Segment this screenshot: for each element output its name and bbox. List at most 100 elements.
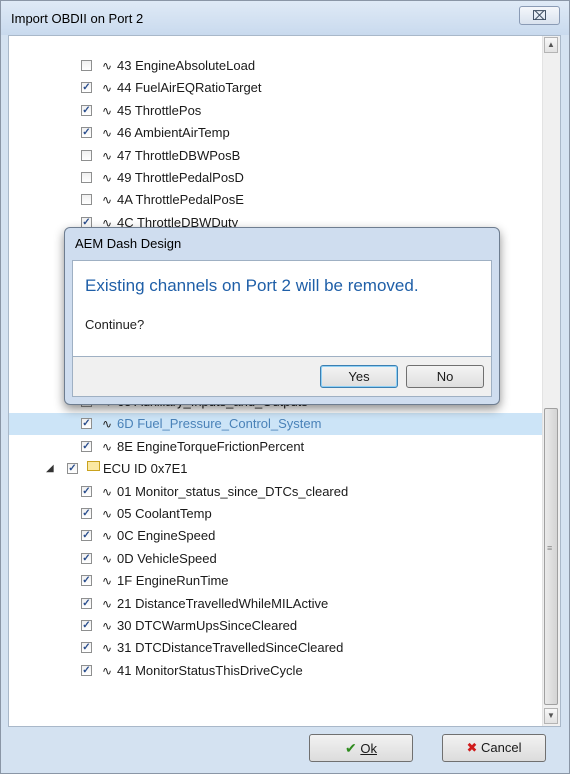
tree-channel-row[interactable]: ∿ 49 ThrottlePedalPosD: [9, 167, 543, 189]
scroll-grip-icon: ≡: [547, 543, 553, 553]
channel-label: 0D VehicleSpeed: [117, 550, 217, 566]
channel-checkbox[interactable]: [81, 149, 92, 161]
signal-icon: ∿: [102, 641, 113, 656]
cancel-button[interactable]: ✖ Cancel: [442, 734, 546, 762]
channel-checkbox[interactable]: ✓: [81, 620, 92, 631]
scroll-down-icon: ▼: [547, 711, 555, 720]
scroll-up-button[interactable]: ▲: [544, 37, 558, 53]
tree-group-row[interactable]: ◢ ✓ ECU ID 0x7E1: [9, 458, 543, 480]
scroll-thumb[interactable]: ≡: [544, 408, 558, 705]
channel-label: 1F EngineRunTime: [117, 573, 229, 589]
signal-icon: ∿: [102, 59, 113, 73]
yes-button[interactable]: Yes: [320, 365, 398, 388]
channel-label: 01 Monitor_status_since_DTCs_cleared: [117, 483, 349, 499]
channel-checkbox[interactable]: ✓: [81, 82, 92, 94]
signal-icon: ∿: [102, 529, 113, 544]
channel-checkbox[interactable]: ✓: [81, 597, 92, 609]
signal-icon: ∿: [102, 596, 113, 611]
expand-collapse-icon[interactable]: ◢: [46, 458, 54, 480]
tree-channel-row[interactable]: ✓ ∿ 45 ThrottlePos: [9, 100, 543, 122]
tree-channel-row[interactable]: ✓ ∿ 21 DistanceTravelledWhileMILActive: [9, 593, 543, 615]
tree-channel-row[interactable]: ✓ ∿ 46 AmbientAirTemp: [9, 122, 543, 144]
signal-icon: ∿: [102, 417, 113, 432]
signal-icon: ∿: [102, 507, 113, 521]
signal-icon: ∿: [102, 619, 113, 633]
channel-label: 30 DTCWarmUpsSinceCleared: [117, 618, 298, 633]
channel-label: 45 ThrottlePos: [117, 102, 202, 118]
window-title: Import OBDII on Port 2: [11, 11, 144, 26]
ok-label: Ok: [360, 741, 377, 756]
dialog-body: Existing channels on Port 2 will be remo…: [72, 260, 492, 357]
tree-channel-row[interactable]: ✓ ∿ 05 CoolantTemp: [9, 503, 543, 525]
close-icon: ⌧: [532, 8, 547, 23]
signal-icon: ∿: [102, 663, 113, 678]
tree-channel-row[interactable]: ✓ ∿ 8E EngineTorqueFrictionPercent: [9, 436, 543, 458]
signal-icon: ∿: [102, 484, 113, 499]
channel-checkbox[interactable]: ✓: [81, 104, 92, 116]
tree-channel-row[interactable]: ✓ ∿ 6D Fuel_Pressure_Control_System: [9, 413, 543, 436]
check-icon: ✔: [345, 740, 357, 756]
close-button[interactable]: ⌧: [519, 6, 560, 25]
scroll-down-button[interactable]: ▼: [544, 708, 558, 724]
confirm-dialog: AEM Dash Design Existing channels on Por…: [64, 227, 500, 405]
tree-channel-row[interactable]: ✓ ∿ 41 MonitorStatusThisDriveCycle: [9, 660, 543, 682]
channel-label: 05 CoolantTemp: [117, 506, 212, 521]
tree-channel-row[interactable]: ∿ 43 EngineAbsoluteLoad: [9, 55, 543, 77]
tree-channel-row[interactable]: ∿ 4A ThrottlePedalPosE: [9, 189, 543, 211]
signal-icon: ∿: [102, 103, 113, 118]
tree-channel-row[interactable]: ✓ ∿ 31 DTCDistanceTravelledSinceCleared: [9, 637, 543, 659]
channel-checkbox[interactable]: ✓: [81, 642, 92, 654]
channel-label: 0C EngineSpeed: [117, 528, 216, 544]
channel-checkbox[interactable]: ✓: [81, 664, 92, 676]
cancel-x-icon: ✖: [466, 740, 478, 755]
channel-checkbox[interactable]: ✓: [81, 485, 92, 497]
no-button[interactable]: No: [406, 365, 484, 388]
ecu-folder-icon: [87, 461, 100, 472]
signal-icon: ∿: [102, 551, 113, 566]
channel-label: 49 ThrottlePedalPosD: [117, 170, 244, 185]
vertical-scrollbar[interactable]: ▲ ≡ ▼: [542, 36, 560, 726]
channel-checkbox[interactable]: ✓: [81, 440, 92, 452]
signal-icon: ∿: [102, 574, 113, 589]
channel-label: 43 EngineAbsoluteLoad: [117, 58, 256, 73]
tree-channel-row[interactable]: ✓ ∿ 0C EngineSpeed: [9, 525, 543, 547]
channel-label: 46 AmbientAirTemp: [117, 125, 230, 141]
channel-checkbox[interactable]: ✓: [81, 508, 92, 519]
channel-checkbox[interactable]: ✓: [81, 418, 92, 430]
signal-icon: ∿: [102, 126, 113, 141]
channel-label: ECU ID 0x7E1: [103, 461, 188, 477]
dialog-message: Existing channels on Port 2 will be remo…: [85, 276, 419, 295]
channel-label: 21 DistanceTravelledWhileMILActive: [117, 595, 329, 611]
dialog-button-bar: Yes No: [72, 357, 492, 397]
channel-label: 41 MonitorStatusThisDriveCycle: [117, 662, 303, 678]
channel-checkbox[interactable]: [81, 194, 92, 206]
dialog-question: Continue?: [85, 317, 145, 332]
tree-channel-row[interactable]: ✓ ∿ 0D VehicleSpeed: [9, 548, 543, 570]
dialog-title: AEM Dash Design: [75, 236, 182, 251]
signal-icon: ∿: [102, 81, 113, 96]
channel-checkbox[interactable]: ✓: [81, 530, 92, 542]
scroll-up-icon: ▲: [547, 40, 555, 49]
channel-checkbox[interactable]: ✓: [81, 127, 92, 139]
tree-channel-row[interactable]: ✓ ∿ 30 DTCWarmUpsSinceCleared: [9, 615, 543, 637]
signal-icon: ∿: [102, 148, 113, 163]
channel-checkbox[interactable]: ✓: [81, 552, 92, 564]
signal-icon: ∿: [102, 171, 113, 185]
channel-label: 44 FuelAirEQRatioTarget: [117, 80, 262, 96]
signal-icon: ∿: [102, 439, 113, 454]
ok-button[interactable]: ✔ Ok: [309, 734, 413, 762]
tree-channel-row[interactable]: ✓ ∿ 44 FuelAirEQRatioTarget: [9, 77, 543, 99]
signal-icon: ∿: [102, 193, 113, 208]
channel-checkbox[interactable]: [81, 60, 92, 71]
channel-checkbox[interactable]: [81, 172, 92, 183]
channel-label: 8E EngineTorqueFrictionPercent: [117, 438, 305, 454]
channel-label: 6D Fuel_Pressure_Control_System: [117, 416, 322, 432]
channel-checkbox[interactable]: ✓: [67, 463, 78, 475]
channel-checkbox[interactable]: ✓: [81, 575, 92, 587]
tree-channel-row[interactable]: ✓ ∿ 01 Monitor_status_since_DTCs_cleared: [9, 481, 543, 503]
channel-label: 47 ThrottleDBWPosB: [117, 147, 241, 163]
tree-channel-row[interactable]: ✓ ∿ 1F EngineRunTime: [9, 570, 543, 592]
tree-channel-row[interactable]: ∿ 47 ThrottleDBWPosB: [9, 145, 543, 167]
channel-label: 31 DTCDistanceTravelledSinceCleared: [117, 640, 344, 656]
title-bar: Import OBDII on Port 2 ⌧: [1, 1, 569, 35]
